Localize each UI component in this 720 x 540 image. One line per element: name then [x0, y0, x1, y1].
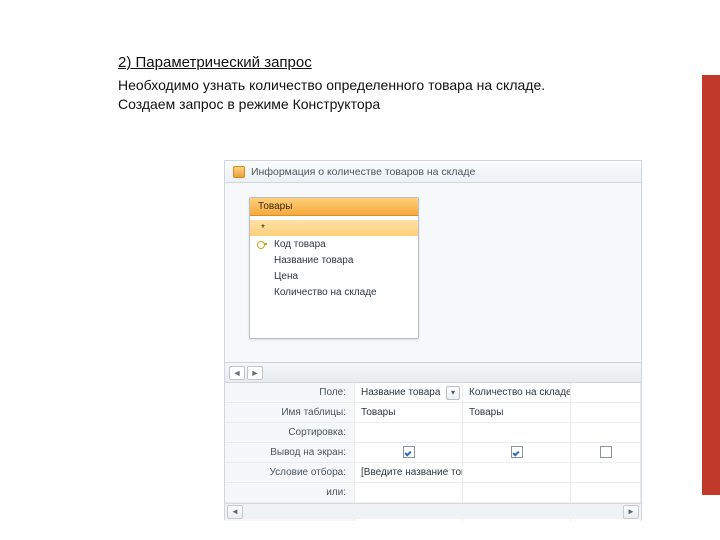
- designer-diagram-pane[interactable]: Товары * Код товара Название товара Цена: [225, 183, 641, 363]
- accent-bar: [702, 75, 720, 495]
- show-checkbox[interactable]: [403, 446, 415, 458]
- table-field-label: Название товара: [274, 255, 353, 266]
- cell-table-value: Товары: [361, 407, 395, 418]
- grid-column: Количество на складе Товары: [463, 383, 571, 521]
- cell-field[interactable]: Количество на складе: [463, 383, 570, 403]
- splitter-toolbar: ◄ ►: [225, 363, 641, 383]
- slide-line-2: Создаем запрос в режиме Конструктора: [118, 96, 578, 114]
- cell-table[interactable]: Товары: [463, 403, 570, 423]
- chevron-left-icon: ◄: [233, 368, 242, 378]
- cell-sort[interactable]: [571, 423, 640, 443]
- cell-or[interactable]: [355, 483, 462, 503]
- cell-criteria-value: [Введите название това: [361, 467, 462, 478]
- table-field-label: Код товара: [274, 239, 326, 250]
- slide-heading: 2) Параметрический запрос: [118, 54, 378, 73]
- label-field: Поле:: [225, 383, 354, 403]
- cell-show[interactable]: [355, 443, 462, 463]
- query-tab-title: Информация о количестве товаров на склад…: [251, 166, 475, 178]
- table-field-list: * Код товара Название товара Цена Количе…: [250, 216, 418, 338]
- table-row[interactable]: Код товара: [250, 236, 418, 252]
- cell-field[interactable]: Название товара ▾: [355, 383, 462, 403]
- chevron-right-icon: ►: [251, 368, 260, 378]
- chevron-down-icon: ▾: [451, 383, 455, 403]
- cell-criteria[interactable]: [Введите название това: [355, 463, 462, 483]
- table-field-label: Цена: [274, 271, 298, 282]
- key-icon: [258, 239, 268, 249]
- grid-row-labels: Поле: Имя таблицы: Сортировка: Вывод на …: [225, 383, 355, 521]
- table-row-star[interactable]: *: [250, 220, 418, 236]
- cell-table-value: Товары: [469, 407, 503, 418]
- label-table: Имя таблицы:: [225, 403, 354, 423]
- cell-or[interactable]: [571, 483, 640, 503]
- cell-field-value: Название товара: [361, 387, 440, 398]
- grid-columns: Название товара ▾ Товары [Введите назван…: [355, 383, 641, 521]
- label-or: или:: [225, 483, 354, 503]
- query-tab-icon: [233, 166, 245, 178]
- slide-line-1: Необходимо узнать количество определенно…: [118, 77, 578, 95]
- table-row[interactable]: Цена: [250, 268, 418, 284]
- grid-column: Название товара ▾ Товары [Введите назван…: [355, 383, 463, 521]
- cell-show[interactable]: [463, 443, 570, 463]
- table-row[interactable]: Название товара: [250, 252, 418, 268]
- cell-criteria[interactable]: [571, 463, 640, 483]
- show-checkbox[interactable]: [511, 446, 523, 458]
- horizontal-scrollbar[interactable]: ◄ ►: [225, 503, 641, 519]
- qbe-grid: Поле: Имя таблицы: Сортировка: Вывод на …: [225, 383, 641, 521]
- table-box-tovary[interactable]: Товары * Код товара Название товара Цена: [249, 197, 419, 339]
- table-box-title[interactable]: Товары: [250, 198, 418, 216]
- nav-left-button[interactable]: ◄: [229, 366, 245, 380]
- cell-table[interactable]: Товары: [355, 403, 462, 423]
- chevron-right-icon: ►: [627, 507, 635, 516]
- query-tab[interactable]: Информация о количестве товаров на склад…: [225, 161, 641, 183]
- cell-criteria[interactable]: [463, 463, 570, 483]
- cell-field[interactable]: [571, 383, 640, 403]
- scroll-track[interactable]: [245, 507, 621, 517]
- cell-sort[interactable]: [463, 423, 570, 443]
- scroll-left-button[interactable]: ◄: [227, 505, 243, 519]
- show-checkbox[interactable]: [600, 446, 612, 458]
- star-icon: *: [258, 223, 268, 234]
- cell-sort[interactable]: [355, 423, 462, 443]
- dropdown-button[interactable]: ▾: [446, 386, 460, 400]
- cell-field-value: Количество на складе: [469, 387, 570, 398]
- nav-right-button[interactable]: ►: [247, 366, 263, 380]
- table-row[interactable]: Количество на складе: [250, 284, 418, 300]
- label-sort: Сортировка:: [225, 423, 354, 443]
- cell-table[interactable]: [571, 403, 640, 423]
- label-show: Вывод на экран:: [225, 443, 354, 463]
- cell-show[interactable]: [571, 443, 640, 463]
- table-field-label: Количество на складе: [274, 287, 377, 298]
- access-window: Информация о количестве товаров на склад…: [224, 160, 642, 520]
- scroll-right-button[interactable]: ►: [623, 505, 639, 519]
- slide-content: 2) Параметрический запрос Необходимо узн…: [0, 0, 720, 114]
- grid-column: [571, 383, 641, 521]
- chevron-left-icon: ◄: [231, 507, 239, 516]
- label-criteria: Условие отбора:: [225, 463, 354, 483]
- cell-or[interactable]: [463, 483, 570, 503]
